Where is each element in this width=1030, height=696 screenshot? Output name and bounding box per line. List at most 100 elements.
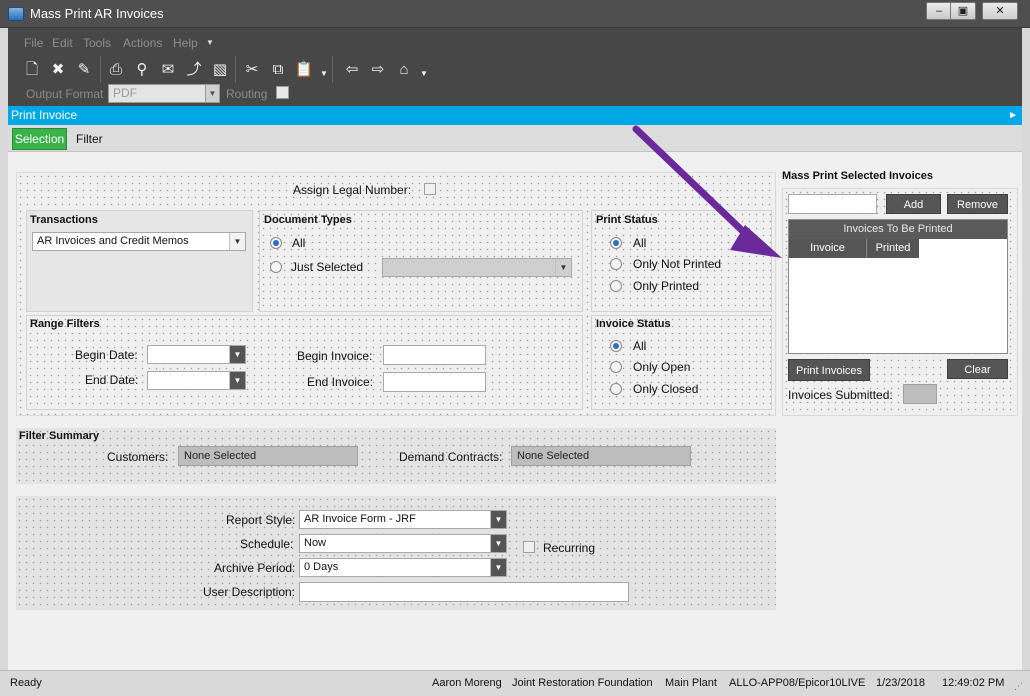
mass-print-title: Mass Print Selected Invoices [782,170,934,182]
demand-contracts-value: None Selected [511,446,691,466]
menu-tools[interactable]: Tools [83,36,111,50]
assign-legal-number-checkbox[interactable] [424,183,436,195]
invoices-submitted-label: Invoices Submitted: [788,388,893,402]
chevron-down-icon[interactable]: ▼ [490,559,506,576]
print-icon[interactable]: ⎙ [106,60,126,80]
paste-dropdown-icon[interactable]: ▼ [314,64,334,84]
chevron-down-icon[interactable]: ▼ [555,259,571,276]
email-icon[interactable]: ✉ [158,60,178,80]
clear-button[interactable]: Clear [947,359,1008,379]
grid-column-printed[interactable]: Printed [867,239,919,258]
demand-contracts-label: Demand Contracts: [399,450,503,464]
doc-types-just-selected-radio[interactable] [270,261,282,273]
report-style-select[interactable]: AR Invoice Form - JRF ▼ [299,510,507,529]
invoice-status-closed-label: Only Closed [633,382,699,396]
schedule-select[interactable]: Now ▼ [299,534,507,553]
resize-grip-icon[interactable]: ⋰ [1014,681,1023,692]
routing-label: Routing [226,87,268,101]
paste-icon[interactable]: 📋 [294,60,314,80]
clear-icon[interactable]: ✎ [74,60,94,80]
menu-file[interactable]: File [24,36,43,50]
title-bar: Mass Print AR Invoices – ▣ ✕ [0,0,1030,28]
home-icon[interactable]: ⌂ [394,60,414,80]
menu-help[interactable]: Help [173,36,198,50]
filter-summary-title: Filter Summary [19,430,100,442]
document-types-group: Document Types All Just Selected ▼ [259,210,583,312]
print-status-not-printed-radio[interactable] [610,258,622,270]
doc-types-select[interactable]: ▼ [382,258,572,277]
status-server: ALLO-APP08/Epicor10LIVE [729,677,866,689]
invoice-status-closed-radio[interactable] [610,383,622,395]
back-icon[interactable]: ⇦ [342,60,362,80]
tab-selection[interactable]: Selection [12,128,67,150]
begin-date-input[interactable]: ▼ [147,345,246,364]
print-status-printed-radio[interactable] [610,280,622,292]
chevron-down-icon[interactable]: ▼ [490,511,506,528]
mass-print-panel: Add Remove Invoices To Be Printed Invoic… [782,188,1018,416]
end-date-input[interactable]: ▼ [147,371,246,390]
close-button[interactable]: ✕ [982,2,1018,20]
status-time: 12:49:02 PM [942,677,1005,689]
calendar-dropdown-icon[interactable]: ▼ [229,372,245,389]
status-date: 1/23/2018 [876,677,925,689]
add-button[interactable]: Add [886,194,941,214]
print-status-title: Print Status [596,214,658,226]
app-icon [8,7,24,21]
report-style-label: Report Style: [226,513,296,527]
print-status-not-printed-label: Only Not Printed [633,257,722,271]
print-preview-icon[interactable]: ⚲ [132,60,152,80]
archive-period-value: 0 Days [304,561,339,573]
chevron-down-icon[interactable]: ▼ [229,233,245,250]
user-description-input[interactable] [299,582,629,602]
pin-icon[interactable]: ► [1008,106,1018,125]
fax-icon[interactable]: ▧ [210,60,230,80]
restore-button[interactable]: ▣ [950,2,976,20]
invoices-grid[interactable]: Invoices To Be Printed Invoice Printed [788,219,1008,354]
invoice-add-input[interactable] [788,194,877,214]
transactions-select[interactable]: AR Invoices and Credit Memos ▼ [32,232,246,251]
forward-icon[interactable]: ⇨ [368,60,388,80]
calendar-dropdown-icon[interactable]: ▼ [229,346,245,363]
invoice-status-all-radio[interactable] [610,340,622,352]
toolbar-overflow-icon[interactable]: ▼ [414,64,434,84]
filter-summary-panel: Filter Summary Customers: None Selected … [16,428,776,484]
status-company: Joint Restoration Foundation [512,677,653,689]
grid-column-invoice[interactable]: Invoice [789,239,867,258]
copy-icon[interactable]: ⧉ [268,60,288,80]
tab-strip: Selection Filter [8,125,1022,152]
print-status-all-radio[interactable] [610,237,622,249]
minimize-button[interactable]: – [926,2,952,20]
invoice-status-open-radio[interactable] [610,361,622,373]
menu-actions[interactable]: Actions [123,36,162,50]
print-invoices-button[interactable]: Print Invoices [788,359,870,381]
mass-print-header: Mass Print Selected Invoices [782,170,1018,190]
menu-edit[interactable]: Edit [52,36,73,50]
status-bar: Ready Aaron Moreng Joint Restoration Fou… [0,670,1030,696]
transactions-title: Transactions [30,214,98,226]
archive-period-select[interactable]: 0 Days ▼ [299,558,507,577]
end-invoice-input[interactable] [383,372,486,392]
panel-title: Print Invoice [11,108,78,122]
menu-overflow-icon[interactable]: ▼ [206,38,214,47]
transactions-value: AR Invoices and Credit Memos [37,235,189,247]
begin-invoice-input[interactable] [383,345,486,365]
routing-checkbox[interactable] [276,86,289,99]
doc-types-just-selected-label: Just Selected [291,260,364,274]
print-status-all-label: All [633,236,647,250]
chevron-down-icon[interactable]: ▼ [490,535,506,552]
transactions-group: Transactions AR Invoices and Credit Memo… [26,210,253,312]
cut-icon[interactable]: ✂ [242,60,262,80]
panel-title-bar: Print Invoice ► [8,106,1022,125]
customers-value: None Selected [178,446,358,466]
chevron-down-icon[interactable]: ▼ [205,85,219,102]
begin-date-label: Begin Date: [75,348,138,362]
remove-button[interactable]: Remove [947,194,1008,214]
new-icon[interactable]: 🗋 [22,60,42,80]
output-format-select[interactable]: PDF ▼ [108,84,220,103]
delete-icon[interactable]: ✖ [48,60,68,80]
recurring-checkbox[interactable] [523,541,535,553]
generate-icon[interactable]: ⤴ [184,60,204,80]
doc-types-all-radio[interactable] [270,237,282,249]
print-status-group: Print Status All Only Not Printed Only P… [591,210,772,312]
tab-filter[interactable]: Filter [76,132,103,146]
